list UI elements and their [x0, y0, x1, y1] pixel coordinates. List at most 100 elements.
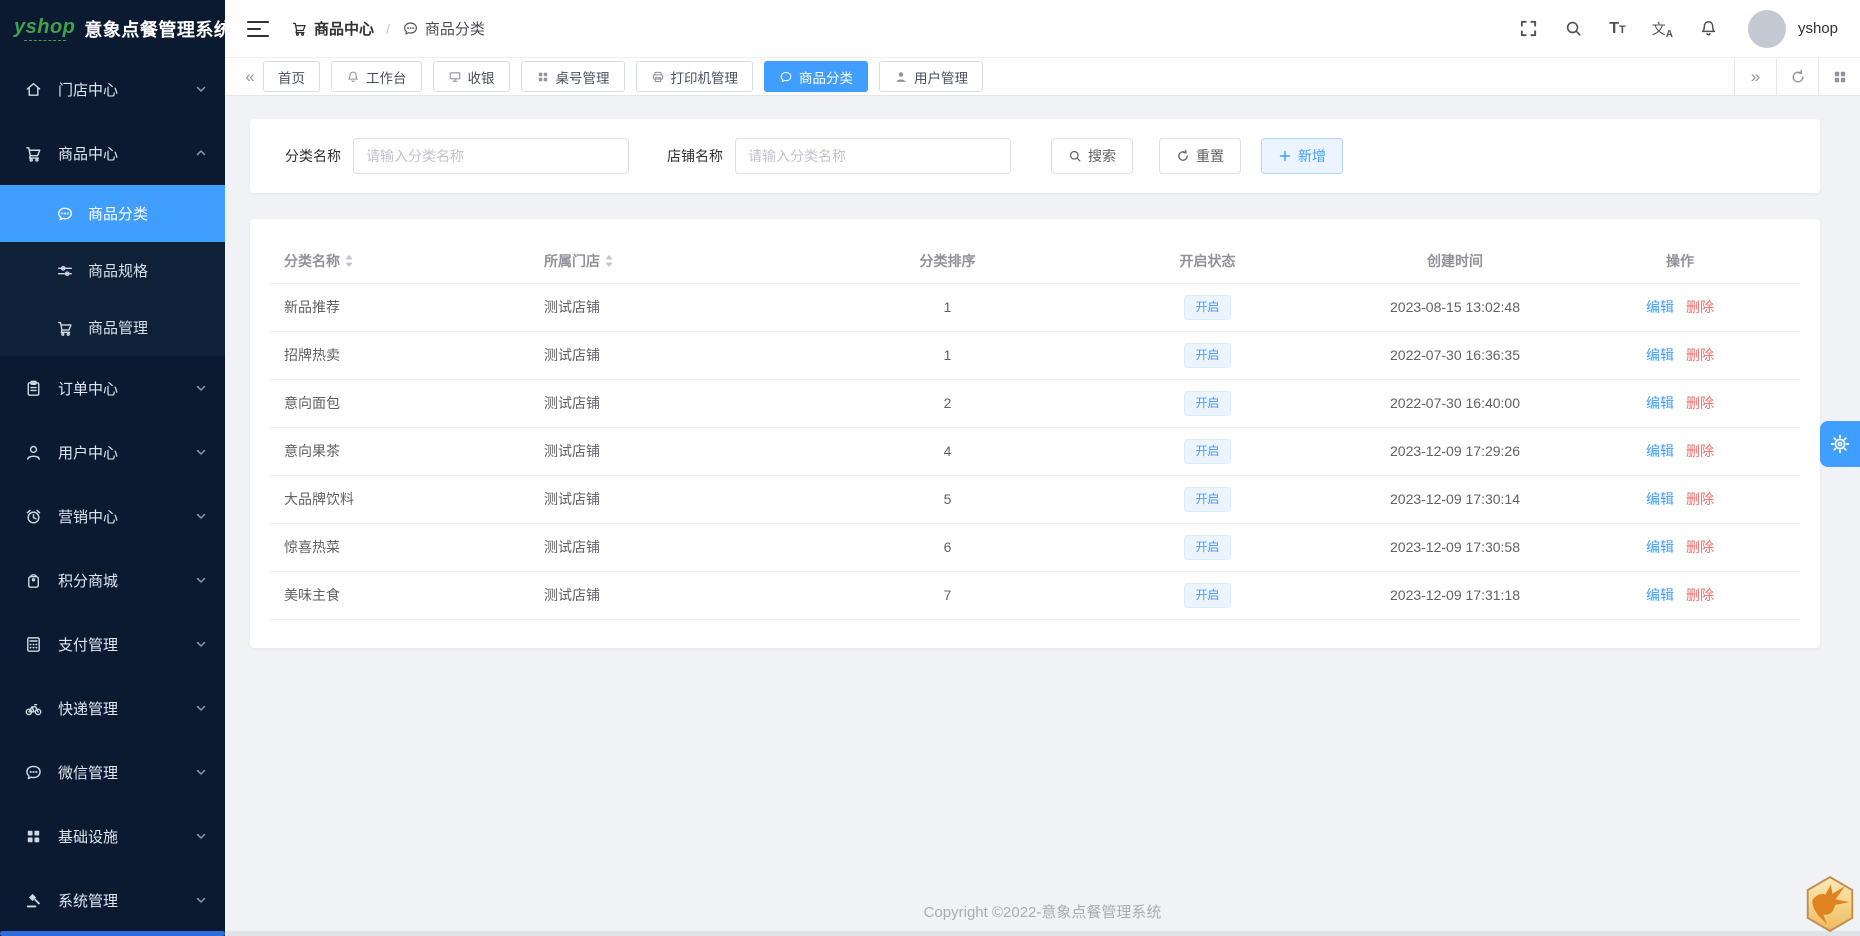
chevron-down-icon: [195, 638, 207, 650]
reset-button[interactable]: 重置: [1159, 138, 1241, 174]
edit-link[interactable]: 编辑: [1646, 347, 1674, 363]
cell-sort: 1: [830, 283, 1065, 332]
cell-category-name: 招牌热卖: [270, 331, 530, 380]
table-row: 意向面包 测试店铺 2 开启 2022-07-30 16:40:00 编辑 删除: [270, 379, 1800, 428]
refresh-icon[interactable]: [1776, 58, 1818, 95]
table-row: 美味主食 测试店铺 7 开启 2023-12-09 17:31:18 编辑 删除: [270, 571, 1800, 620]
tabs-scroll-right-icon[interactable]: »: [1734, 58, 1776, 95]
sidebar-item-label: 快递管理: [58, 700, 119, 718]
sidebar-item-order-center[interactable]: 订单中心: [0, 356, 225, 420]
sidebar-collapse-icon[interactable]: [247, 20, 269, 38]
cell-created: 2023-12-09 17:30:58: [1350, 523, 1560, 572]
breadcrumb-item-product-center[interactable]: 商品中心: [291, 18, 374, 39]
user-icon: [894, 70, 908, 84]
sidebar-item-infrastructure[interactable]: 基础设施: [0, 804, 225, 868]
font-size-icon[interactable]: TT: [1609, 20, 1626, 38]
column-header-category-name[interactable]: 分类名称: [270, 239, 530, 284]
delete-link[interactable]: 删除: [1686, 347, 1714, 363]
chevron-down-icon: [195, 830, 207, 842]
cell-category-name: 新品推荐: [270, 283, 530, 332]
monitor-icon: [448, 70, 462, 84]
tabs-scroll-left-icon[interactable]: «: [237, 67, 263, 87]
cell-category-name: 美味主食: [270, 571, 530, 620]
chat-bubble-icon: [779, 70, 793, 84]
sidebar-item-payment-manage[interactable]: 支付管理: [0, 612, 225, 676]
sidebar-scrollbar-thumb[interactable]: [0, 931, 225, 936]
sidebar-item-product-manage[interactable]: 商品管理: [0, 299, 225, 356]
column-label: 开启状态: [1179, 252, 1236, 269]
column-header-store[interactable]: 所属门店: [530, 239, 830, 284]
search-button[interactable]: 搜索: [1051, 138, 1133, 174]
sidebar-item-marketing-center[interactable]: 营销中心: [0, 484, 225, 548]
sidebar-item-system-manage[interactable]: 系统管理: [0, 868, 225, 932]
bell-icon[interactable]: [1699, 19, 1718, 38]
delete-link[interactable]: 删除: [1686, 395, 1714, 411]
cell-store: 测试店铺: [530, 475, 830, 524]
store-name-input[interactable]: [735, 138, 1011, 174]
tabbar-controls: »: [1734, 58, 1860, 95]
cell-sort: 7: [830, 571, 1065, 620]
horizontal-scrollbar-track[interactable]: [225, 931, 1860, 936]
theme-settings-button[interactable]: [1820, 421, 1860, 467]
sidebar-item-points-mall[interactable]: 积分商城: [0, 548, 225, 612]
edit-link[interactable]: 编辑: [1646, 299, 1674, 315]
product-center-submenu: 商品分类 商品规格 商品管理: [0, 185, 225, 356]
layout-grid-icon[interactable]: [1818, 58, 1860, 95]
hexagon-bird-badge[interactable]: [1804, 873, 1856, 935]
tab-product-category[interactable]: 商品分类: [764, 61, 868, 92]
app-root: yshop 意象点餐管理系统 门店中心 商品中心 商品分类 商品规格 商品管理 …: [0, 0, 1860, 936]
delete-link[interactable]: 删除: [1686, 587, 1714, 603]
sliders-icon: [56, 262, 74, 280]
edit-link[interactable]: 编辑: [1646, 443, 1674, 459]
delete-link[interactable]: 删除: [1686, 491, 1714, 507]
search-icon[interactable]: [1564, 19, 1583, 38]
tab-label: 桌号管理: [555, 70, 610, 86]
edit-link[interactable]: 编辑: [1646, 395, 1674, 411]
tab-workbench[interactable]: 工作台: [331, 61, 422, 92]
tab-printer-manage[interactable]: 打印机管理: [635, 61, 753, 92]
delete-link[interactable]: 删除: [1686, 443, 1714, 459]
column-header-created: 创建时间: [1350, 239, 1560, 284]
sidebar-item-product-spec[interactable]: 商品规格: [0, 242, 225, 299]
tab-user-manage[interactable]: 用户管理: [879, 61, 983, 92]
reset-button-label: 重置: [1196, 148, 1224, 164]
sidebar-item-label: 订单中心: [58, 380, 119, 398]
sidebar-item-label: 商品中心: [58, 145, 119, 163]
edit-link[interactable]: 编辑: [1646, 491, 1674, 507]
user-icon: [24, 443, 43, 462]
edit-link[interactable]: 编辑: [1646, 587, 1674, 603]
breadcrumb-item-product-category[interactable]: 商品分类: [402, 18, 485, 39]
table-header-row: 分类名称 所属门店 分类排序 开启状态 创建时间 操作: [270, 239, 1800, 284]
sidebar-item-user-center[interactable]: 用户中心: [0, 420, 225, 484]
sidebar-item-store-center[interactable]: 门店中心: [0, 57, 225, 121]
cart-icon: [291, 20, 308, 37]
column-label: 创建时间: [1427, 252, 1483, 269]
sort-caret-icon[interactable]: [344, 254, 354, 268]
sidebar-item-product-center[interactable]: 商品中心: [0, 121, 225, 185]
bell-icon: [346, 70, 360, 84]
sidebar-item-product-category[interactable]: 商品分类: [0, 185, 225, 242]
delete-link[interactable]: 删除: [1686, 539, 1714, 555]
column-header-sort: 分类排序: [830, 239, 1065, 284]
category-name-input[interactable]: [353, 138, 629, 174]
translate-icon[interactable]: 文A: [1652, 19, 1673, 40]
home-icon: [24, 80, 43, 99]
delete-link[interactable]: 删除: [1686, 299, 1714, 315]
tab-home[interactable]: 首页: [263, 61, 320, 92]
sort-caret-icon[interactable]: [604, 254, 614, 268]
sidebar-item-label: 微信管理: [58, 764, 119, 782]
tab-cashier[interactable]: 收银: [432, 61, 510, 92]
column-label: 操作: [1666, 252, 1694, 269]
status-badge: 开启: [1184, 486, 1231, 512]
sidebar-item-express-manage[interactable]: 快递管理: [0, 676, 225, 740]
sidebar-item-wechat-manage[interactable]: 微信管理: [0, 740, 225, 804]
username-label: yshop: [1797, 20, 1838, 37]
edit-link[interactable]: 编辑: [1646, 539, 1674, 555]
fullscreen-icon[interactable]: [1519, 19, 1538, 38]
add-button[interactable]: 新增: [1261, 138, 1343, 174]
user-avatar[interactable]: [1747, 9, 1786, 48]
tab-table-manage[interactable]: 桌号管理: [520, 61, 625, 92]
bag-icon: [24, 571, 43, 590]
sidebar-item-label: 基础设施: [58, 828, 119, 846]
sidebar-item-label: 支付管理: [58, 636, 119, 654]
